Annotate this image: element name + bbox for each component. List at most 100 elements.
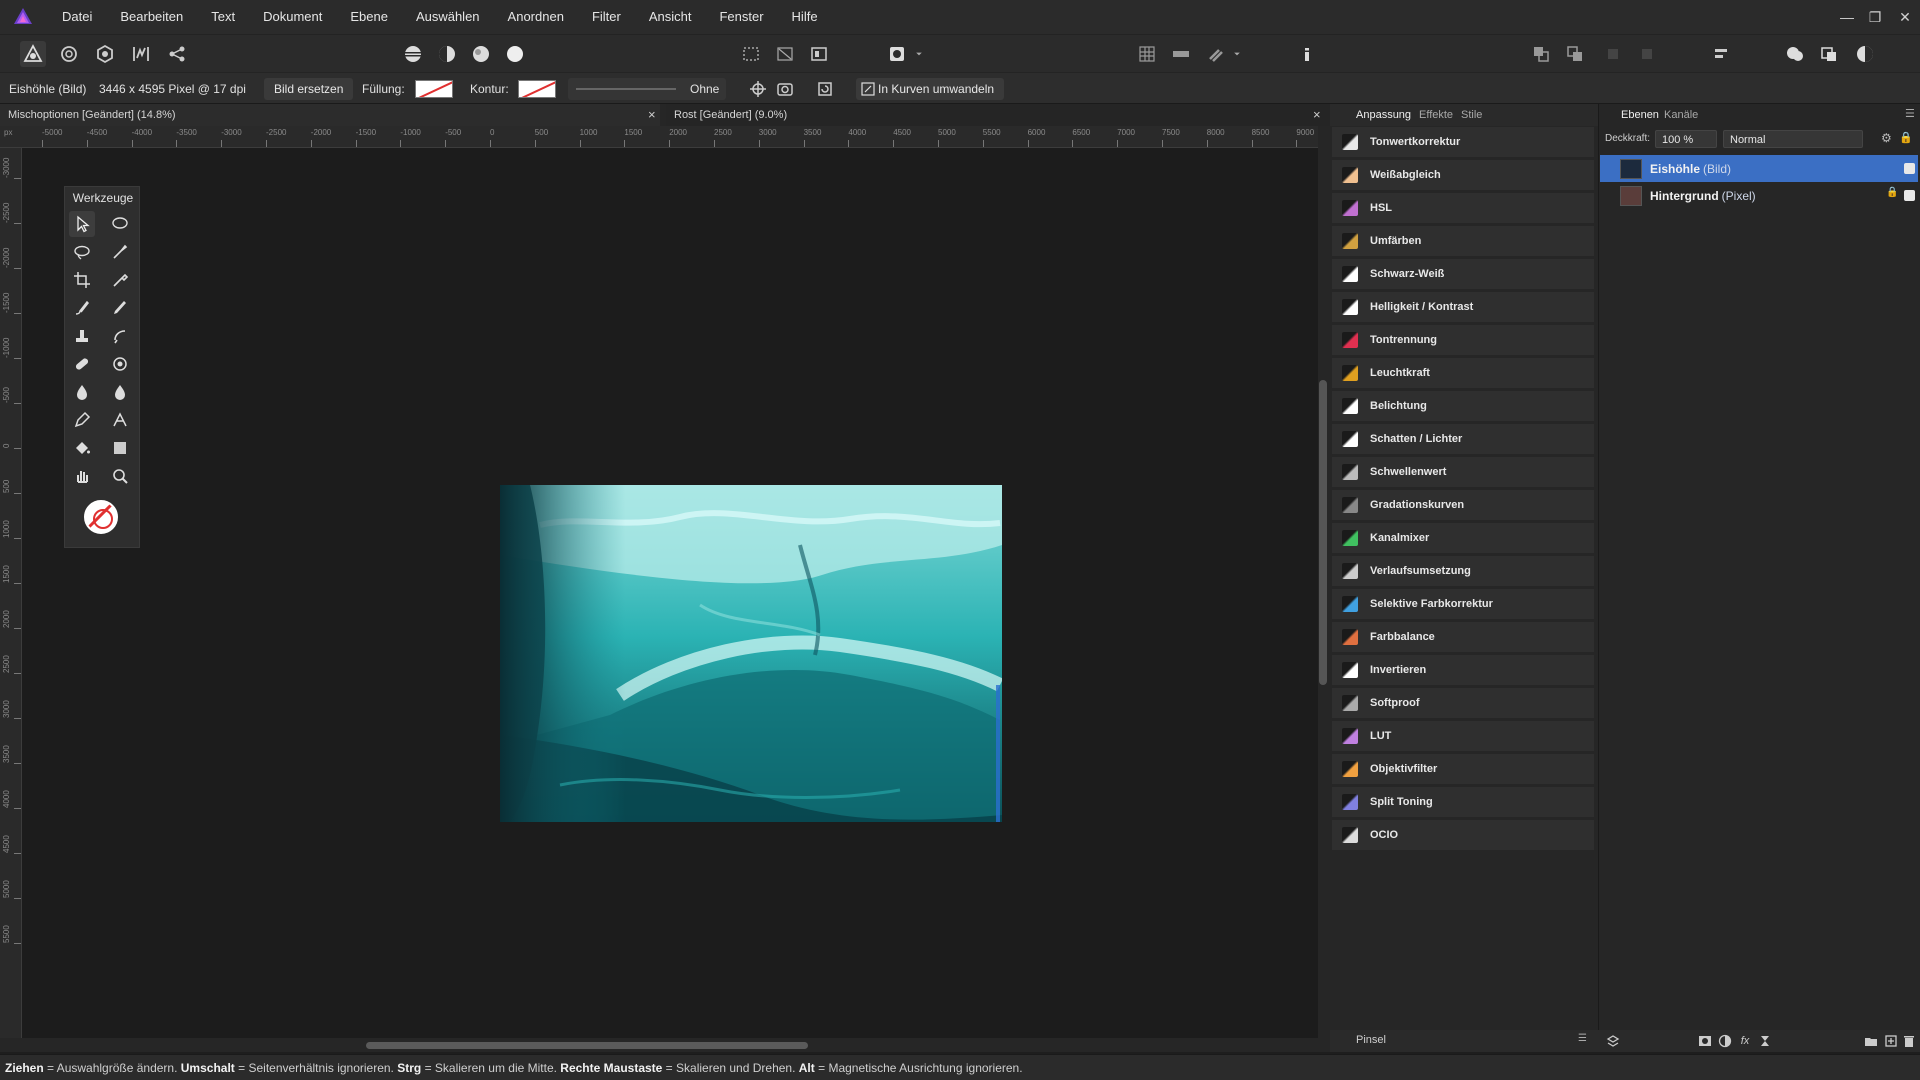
ice-cave-image[interactable]: [500, 485, 1002, 822]
tab-mischoptionen[interactable]: Mischoptionen [Geändert] (14.8%): [0, 104, 660, 126]
adjustment-item[interactable]: OCIO: [1332, 820, 1594, 851]
close-tab-mischoptionen[interactable]: ×: [648, 104, 656, 126]
crop-tool[interactable]: [69, 267, 95, 293]
menu-text[interactable]: Text: [197, 0, 249, 34]
adjustment-item[interactable]: Objektivfilter: [1332, 754, 1594, 785]
view-tool[interactable]: [69, 463, 95, 489]
convert-to-curves-button[interactable]: In Kurven umwandeln: [856, 78, 1005, 100]
quick-mask-button[interactable]: [806, 41, 832, 67]
boolean-subtract-button[interactable]: [1816, 41, 1842, 67]
fx-icon[interactable]: fx: [1738, 1034, 1752, 1048]
panel-menu-icon[interactable]: ☰: [1578, 1033, 1587, 1044]
adjustment-item[interactable]: Schwarz-Weiß: [1332, 259, 1594, 290]
tab-kanaele[interactable]: Kanäle: [1664, 104, 1698, 126]
tab-anpassung[interactable]: Anpassung: [1356, 104, 1411, 126]
red-eye-tool[interactable]: [107, 351, 133, 377]
dodge-tool[interactable]: [69, 379, 95, 405]
assistant-button[interactable]: [1294, 41, 1320, 67]
layer-row-eishoehle[interactable]: Eishöhle (Bild): [1600, 155, 1918, 182]
export-persona-button[interactable]: [164, 41, 190, 67]
opacity-field[interactable]: 100 %: [1655, 130, 1717, 148]
auto-levels-button[interactable]: [400, 41, 426, 67]
menu-fenster[interactable]: Fenster: [705, 0, 777, 34]
menu-auswaehlen[interactable]: Auswählen: [402, 0, 494, 34]
adjustment-item[interactable]: Belichtung: [1332, 391, 1594, 422]
guides-toggle-button[interactable]: [1168, 41, 1194, 67]
auto-contrast-button[interactable]: [434, 41, 460, 67]
vertical-scroll-thumb[interactable]: [1319, 380, 1327, 685]
adjustment-item[interactable]: Verlaufsumsetzung: [1332, 556, 1594, 587]
tone-mapping-persona-button[interactable]: [128, 41, 154, 67]
tab-rost[interactable]: Rost [Geändert] (9.0%): [666, 104, 1330, 126]
horizontal-scroll-thumb[interactable]: [366, 1042, 808, 1049]
liquify-persona-button[interactable]: [56, 41, 82, 67]
adjustment-item[interactable]: Leuchtkraft: [1332, 358, 1594, 389]
adjustment-item[interactable]: Invertieren: [1332, 655, 1594, 686]
move-tool[interactable]: [69, 211, 95, 237]
arrange-front-button[interactable]: [1562, 41, 1588, 67]
layer-row-hintergrund[interactable]: Hintergrund (Pixel) 🔒: [1600, 182, 1918, 209]
undo-brush-tool[interactable]: [107, 323, 133, 349]
pixel-brush-tool[interactable]: [107, 295, 133, 321]
color-picker-tool[interactable]: [107, 267, 133, 293]
grid-toggle-button[interactable]: [1134, 41, 1160, 67]
boolean-add-button[interactable]: [1782, 41, 1808, 67]
arrange-back-button[interactable]: [1528, 41, 1554, 67]
lasso-tool[interactable]: [69, 239, 95, 265]
layer-visibility-checkbox[interactable]: [1904, 190, 1915, 201]
snapping-button[interactable]: [1202, 41, 1228, 67]
text-tool[interactable]: [107, 407, 133, 433]
layer-lock-icon[interactable]: 🔒: [1886, 187, 1898, 198]
menu-filter[interactable]: Filter: [578, 0, 635, 34]
paint-brush-tool[interactable]: [69, 295, 95, 321]
brushes-panel-label[interactable]: Pinsel: [1356, 1034, 1386, 1046]
layer-visibility-checkbox[interactable]: [1904, 163, 1915, 174]
tab-ebenen[interactable]: Ebenen: [1621, 104, 1659, 126]
adjustment-item[interactable]: Tonwertkorrektur: [1332, 127, 1594, 158]
transform-origin-button[interactable]: [745, 76, 771, 102]
close-window-button[interactable]: ✕: [1890, 0, 1920, 34]
lock-icon[interactable]: 🔒: [1899, 131, 1913, 144]
menu-bearbeiten[interactable]: Bearbeiten: [106, 0, 197, 34]
menu-ebene[interactable]: Ebene: [336, 0, 402, 34]
mask-layer-button[interactable]: [1698, 1034, 1712, 1048]
adjustment-item[interactable]: Selektive Farbkorrektur: [1332, 589, 1594, 620]
healing-brush-tool[interactable]: [69, 351, 95, 377]
replace-image-button[interactable]: Bild ersetzen: [264, 78, 354, 100]
align-button[interactable]: [1708, 41, 1734, 67]
menu-anordnen[interactable]: Anordnen: [494, 0, 578, 34]
rotate-button[interactable]: [812, 76, 838, 102]
color-swatches[interactable]: [81, 497, 121, 537]
boolean-intersect-button[interactable]: [1852, 41, 1878, 67]
layer-stack-button[interactable]: [1606, 1034, 1620, 1048]
adjustment-item[interactable]: Gradationskurven: [1332, 490, 1594, 521]
snapping-dropdown-button[interactable]: [1230, 41, 1244, 67]
auto-white-balance-button[interactable]: [502, 41, 528, 67]
gear-icon[interactable]: ⚙: [1881, 131, 1892, 145]
adjustment-item[interactable]: Schatten / Lichter: [1332, 424, 1594, 455]
fill-swatch[interactable]: [415, 80, 453, 98]
delete-layer-button[interactable]: [1902, 1034, 1916, 1048]
restore-button[interactable]: ❐: [1860, 0, 1890, 34]
adjustment-item[interactable]: Softproof: [1332, 688, 1594, 719]
menu-datei[interactable]: Datei: [48, 0, 106, 34]
close-tab-rost[interactable]: ×: [1313, 104, 1321, 126]
selection-brush-tool[interactable]: [107, 239, 133, 265]
clone-brush-tool[interactable]: [69, 323, 95, 349]
marquee-mode-button[interactable]: [738, 41, 764, 67]
adjustment-item[interactable]: Umfärben: [1332, 226, 1594, 257]
flip-button[interactable]: [772, 76, 798, 102]
blend-mode-select[interactable]: Normal: [1723, 130, 1863, 148]
adjustment-item[interactable]: LUT: [1332, 721, 1594, 752]
adjustment-item[interactable]: HSL: [1332, 193, 1594, 224]
panel-menu-icon[interactable]: ☰: [1905, 107, 1915, 120]
photo-persona-button[interactable]: [20, 41, 46, 67]
adjustment-item[interactable]: Weißabgleich: [1332, 160, 1594, 191]
adjustment-item[interactable]: Tontrennung: [1332, 325, 1594, 356]
blur-tool[interactable]: [107, 379, 133, 405]
adjustment-item[interactable]: Split Toning: [1332, 787, 1594, 818]
tab-stile[interactable]: Stile: [1461, 104, 1482, 126]
arrange-disabled-button-2[interactable]: [1634, 41, 1660, 67]
diagonal-select-button[interactable]: [772, 41, 798, 67]
stroke-swatch[interactable]: [518, 80, 556, 98]
